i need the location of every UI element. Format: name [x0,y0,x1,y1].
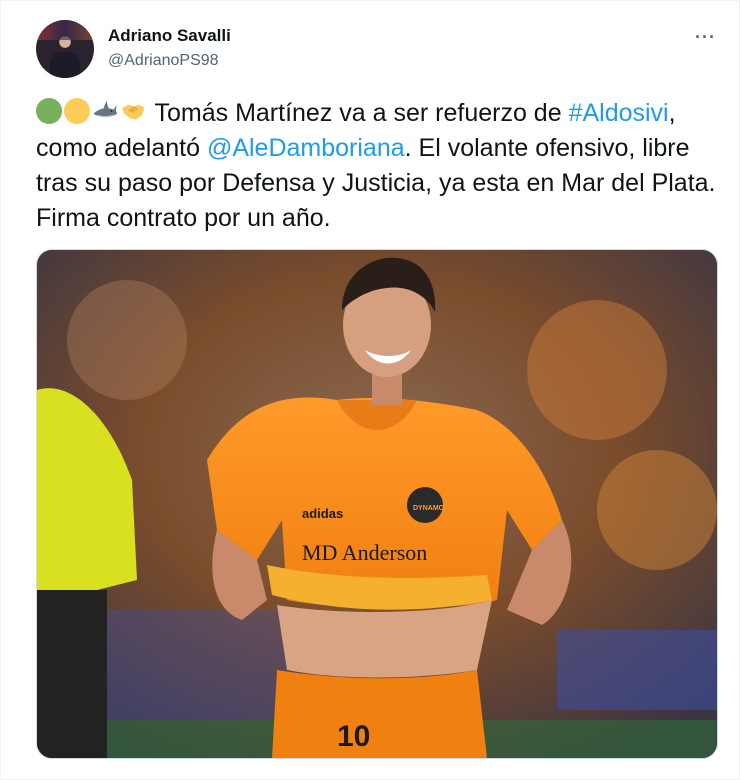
tweet-text: Tomás Martínez va a ser refuerzo de #Ald… [36,96,716,236]
author-avatar[interactable] [36,20,94,78]
shirt-number: 10 [337,720,370,753]
author-name[interactable]: Adriano Savalli [108,26,231,46]
player-photo: adidas DYNAMO MD Anderson 10 [37,250,717,758]
author-handle[interactable]: @AdrianoPS98 [108,52,219,70]
tweet-text-part1: Tomás Martínez va a ser refuerzo de [148,99,569,127]
sponsor-text: MD Anderson [302,540,427,565]
tweet-photo[interactable]: adidas DYNAMO MD Anderson 10 [36,249,718,759]
handshake-icon [122,104,145,120]
tweet-card[interactable]: Adriano Savalli @AdrianoPS98 ··· Tomás M… [0,0,740,780]
crest-text: DYNAMO [413,505,445,512]
mention-link[interactable]: @AleDamboriana [207,134,405,162]
more-options-icon[interactable]: ··· [695,27,716,48]
shark-icon [93,100,117,118]
hashtag-link[interactable]: #Aldosivi [569,99,669,127]
green-circle-icon [36,98,62,124]
brand-text: adidas [302,506,343,521]
yellow-circle-icon [64,98,90,124]
